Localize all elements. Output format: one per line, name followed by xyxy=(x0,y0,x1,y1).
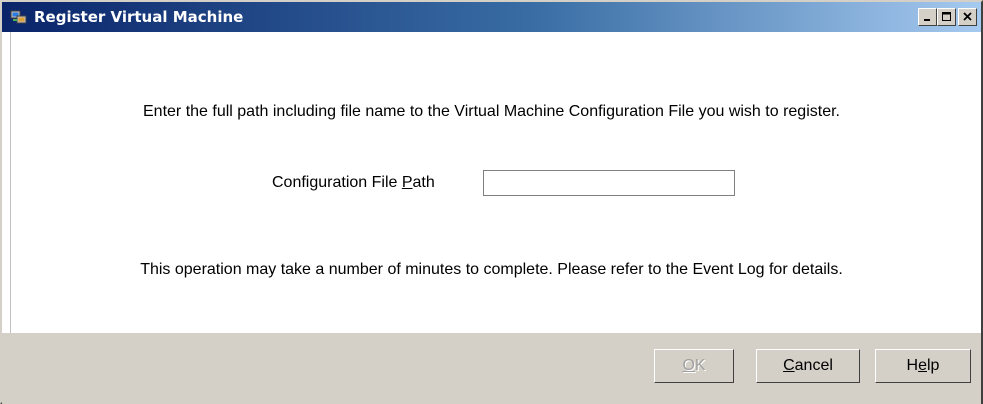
maximize-icon[interactable] xyxy=(937,8,956,26)
path-label-part: ath xyxy=(412,174,435,191)
instruction-text: Enter the full path including file name … xyxy=(143,103,840,120)
cancel-label-part: ancel xyxy=(794,357,833,374)
duration-note-text: This operation may take a number of minu… xyxy=(140,261,843,278)
ok-label-part: K xyxy=(694,357,706,374)
help-label-part: H xyxy=(906,357,919,374)
configuration-file-path-input[interactable] xyxy=(483,170,735,196)
window-controls xyxy=(918,8,977,26)
close-icon[interactable] xyxy=(958,8,977,26)
configuration-file-path-label: Configuration File Path xyxy=(272,174,435,192)
ok-label-mnemonic: O xyxy=(682,357,695,374)
title-bar[interactable]: Register Virtual Machine xyxy=(2,2,981,32)
help-button[interactable]: He lp xyxy=(875,349,971,383)
help-label-part: lp xyxy=(927,357,940,374)
cancel-label-mnemonic: C xyxy=(783,357,795,374)
window-title: Register Virtual Machine xyxy=(34,8,244,26)
content-left-border xyxy=(10,32,11,333)
register-vm-dialog: Register Virtual Machine Enter the full … xyxy=(0,0,983,404)
button-bar: OK Cancel He lp xyxy=(2,333,981,404)
path-label-mnemonic: P xyxy=(401,174,413,191)
path-label-part: Configuration File xyxy=(272,174,402,191)
help-label-mnemonic: e xyxy=(918,357,927,374)
ok-button[interactable]: OK xyxy=(654,349,734,383)
minimize-icon[interactable] xyxy=(918,8,937,26)
cancel-button[interactable]: Cancel xyxy=(756,349,860,383)
virtual-machine-icon xyxy=(10,8,28,26)
